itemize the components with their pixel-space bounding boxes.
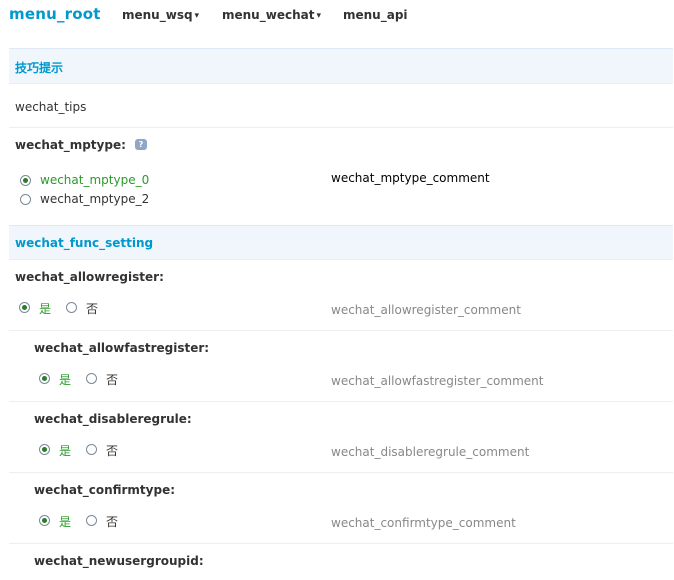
tips-header-title: 技巧提示 <box>15 61 64 75</box>
func-setting-header-title: wechat_func_setting <box>15 236 154 250</box>
divider <box>9 330 673 331</box>
confirmtype-no-radio[interactable] <box>86 515 97 526</box>
allowfastregister-no-radio[interactable] <box>86 373 97 384</box>
confirmtype-label: wechat_confirmtype: <box>34 483 176 497</box>
help-icon[interactable]: ? <box>135 139 147 150</box>
allowregister-no-radio[interactable] <box>66 302 77 313</box>
disableregrule-label: wechat_disableregrule: <box>34 412 192 426</box>
mptype-label: wechat_mptype: <box>15 138 126 152</box>
allowfastregister-comment: wechat_allowfastregister_comment <box>331 374 544 388</box>
divider <box>9 259 673 260</box>
divider <box>9 83 673 84</box>
mptype-comment: wechat_mptype_comment <box>331 171 490 185</box>
allowregister-no-label[interactable]: 否 <box>86 300 98 317</box>
allowregister-yes-label[interactable]: 是 <box>39 300 51 317</box>
confirmtype-yes-label[interactable]: 是 <box>59 513 71 530</box>
mptype-radio-0[interactable] <box>20 175 31 186</box>
tips-text: wechat_tips <box>15 100 87 114</box>
allowregister-label: wechat_allowregister: <box>15 270 164 284</box>
mptype-radio-2[interactable] <box>20 194 31 205</box>
allowregister-yes-radio[interactable] <box>19 302 30 313</box>
allowfastregister-no-label[interactable]: 否 <box>106 371 118 388</box>
nav-menu-api-label: menu_api <box>343 8 408 22</box>
mptype-option-0-label[interactable]: wechat_mptype_0 <box>40 173 149 187</box>
allowregister-comment: wechat_allowregister_comment <box>331 303 521 317</box>
disableregrule-yes-radio[interactable] <box>39 444 50 455</box>
divider <box>9 127 673 128</box>
newusergroupid-label: wechat_newusergroupid: <box>34 554 204 568</box>
disableregrule-comment: wechat_disableregrule_comment <box>331 445 530 459</box>
allowfastregister-yes-radio[interactable] <box>39 373 50 384</box>
top-nav: menu_root menu_wsq ▾ menu_wechat ▾ menu_ap… <box>0 0 674 32</box>
confirmtype-comment: wechat_confirmtype_comment <box>331 516 516 530</box>
divider <box>9 472 673 473</box>
func-setting-header: wechat_func_setting <box>9 225 673 260</box>
nav-menu-wechat[interactable]: menu_wechat ▾ <box>222 8 321 22</box>
confirmtype-no-label[interactable]: 否 <box>106 513 118 530</box>
allowfastregister-label: wechat_allowfastregister: <box>34 341 210 355</box>
nav-menu-wsq[interactable]: menu_wsq ▾ <box>122 8 199 22</box>
caret-down-icon: ▾ <box>316 11 321 21</box>
caret-down-icon: ▾ <box>194 11 200 21</box>
disableregrule-yes-label[interactable]: 是 <box>59 442 71 459</box>
brand-menu-root[interactable]: menu_root <box>9 5 101 23</box>
mptype-option-2-label[interactable]: wechat_mptype_2 <box>40 192 149 206</box>
disableregrule-no-label[interactable]: 否 <box>106 442 118 459</box>
tips-header: 技巧提示 <box>9 48 673 83</box>
divider <box>9 401 673 402</box>
nav-menu-api[interactable]: menu_api <box>343 8 408 22</box>
nav-menu-wechat-label: menu_wechat <box>222 8 315 22</box>
divider <box>9 543 673 544</box>
nav-menu-wsq-label: menu_wsq <box>122 8 193 22</box>
disableregrule-no-radio[interactable] <box>86 444 97 455</box>
confirmtype-yes-radio[interactable] <box>39 515 50 526</box>
allowfastregister-yes-label[interactable]: 是 <box>59 371 71 388</box>
